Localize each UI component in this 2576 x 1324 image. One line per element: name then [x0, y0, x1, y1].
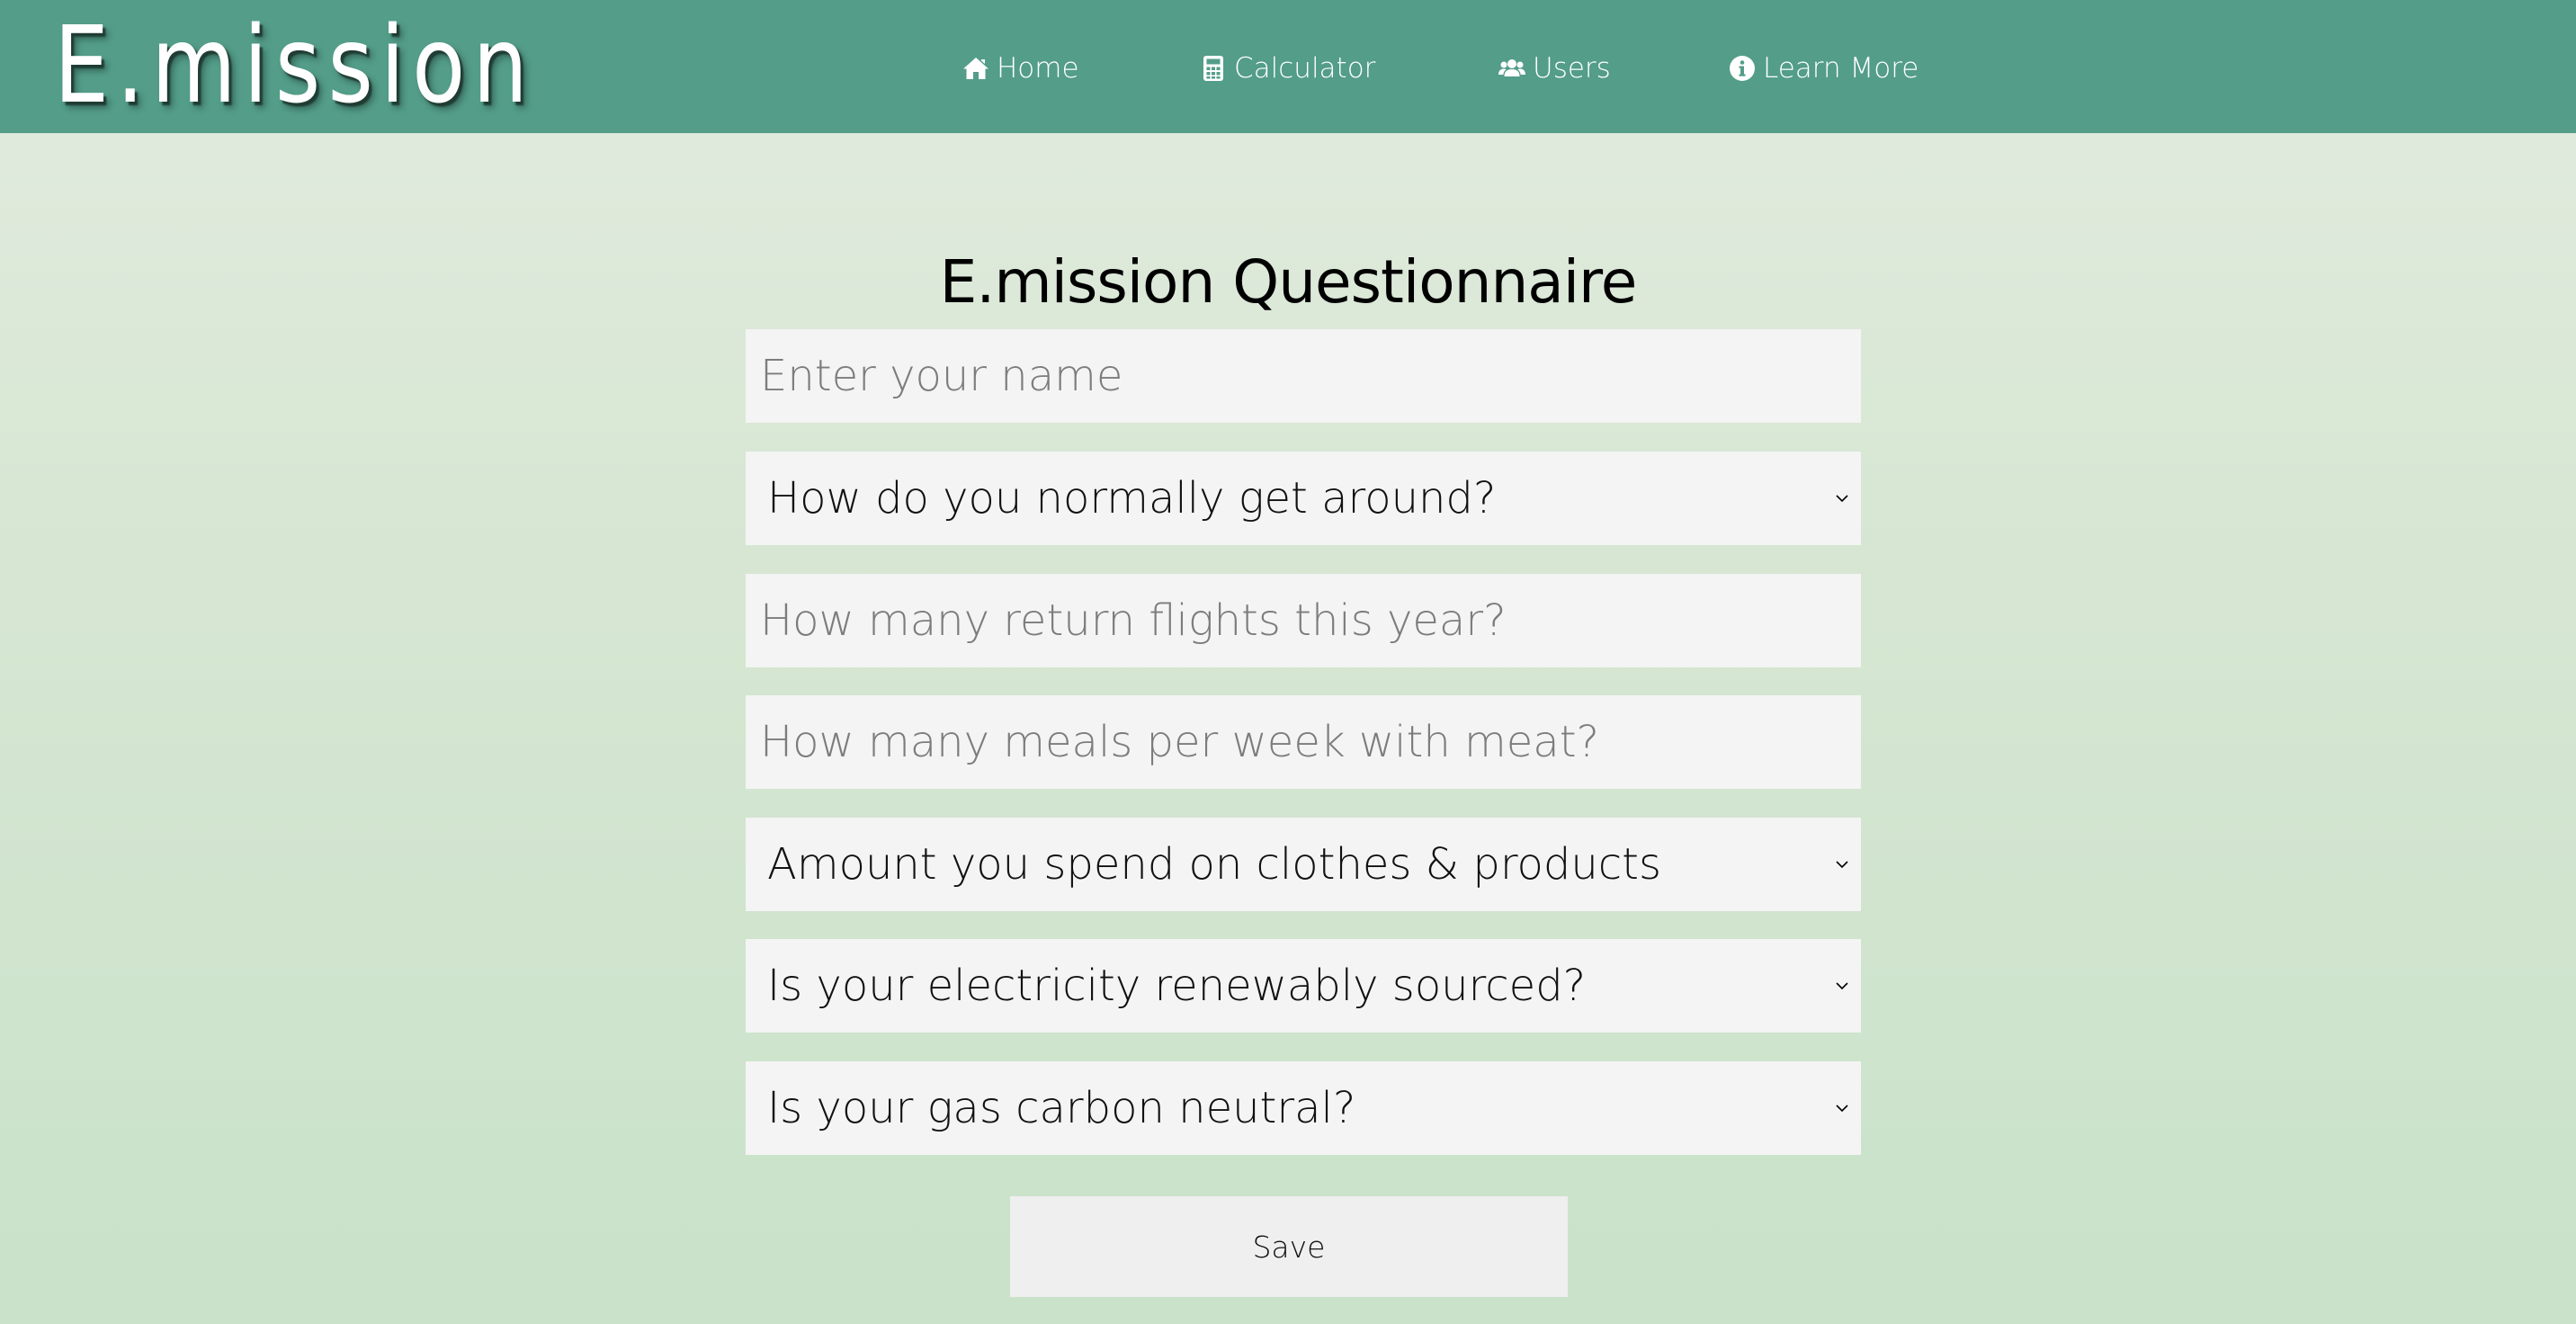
chevron-down-icon: [1832, 976, 1852, 996]
nav-users-label: Users: [1533, 52, 1611, 85]
nav-home-label: Home: [997, 52, 1079, 85]
save-button[interactable]: Save: [1010, 1196, 1568, 1297]
chevron-down-icon: [1832, 854, 1852, 874]
gas-select-value: Is your gas carbon neutral?: [767, 1083, 1356, 1133]
page-title: E.mission Questionnaire: [939, 247, 1638, 318]
transport-select-value: How do you normally get around?: [767, 473, 1497, 523]
name-input[interactable]: [746, 329, 1861, 423]
electricity-select-value: Is your electricity renewably sourced?: [767, 961, 1587, 1011]
nav-links: Home Calculator Users Learn More: [0, 45, 2576, 92]
nav-home-link[interactable]: Home: [961, 45, 1079, 92]
spending-select[interactable]: Amount you spend on clothes & products: [746, 818, 1861, 911]
spending-select-value: Amount you spend on clothes & products: [767, 839, 1661, 890]
calculator-icon: [1198, 53, 1229, 84]
chevron-down-icon: [1832, 1098, 1852, 1118]
navbar: E.mission Home Calculator Users Learn Mo…: [0, 0, 2576, 133]
info-circle-icon: [1727, 53, 1758, 84]
nav-calculator-link[interactable]: Calculator: [1198, 45, 1375, 92]
chevron-down-icon: [1832, 488, 1852, 508]
home-icon: [961, 53, 991, 84]
users-icon: [1497, 53, 1527, 84]
nav-users-link[interactable]: Users: [1497, 45, 1611, 92]
nav-calculator-label: Calculator: [1234, 52, 1376, 85]
flights-input[interactable]: [746, 574, 1861, 667]
nav-learn-more-label: Learn More: [1763, 52, 1919, 85]
gas-select[interactable]: Is your gas carbon neutral?: [746, 1061, 1861, 1155]
meat-meals-input[interactable]: [746, 695, 1861, 789]
nav-learn-more-link[interactable]: Learn More: [1727, 45, 1919, 92]
transport-select[interactable]: How do you normally get around?: [746, 452, 1861, 545]
electricity-select[interactable]: Is your electricity renewably sourced?: [746, 939, 1861, 1033]
